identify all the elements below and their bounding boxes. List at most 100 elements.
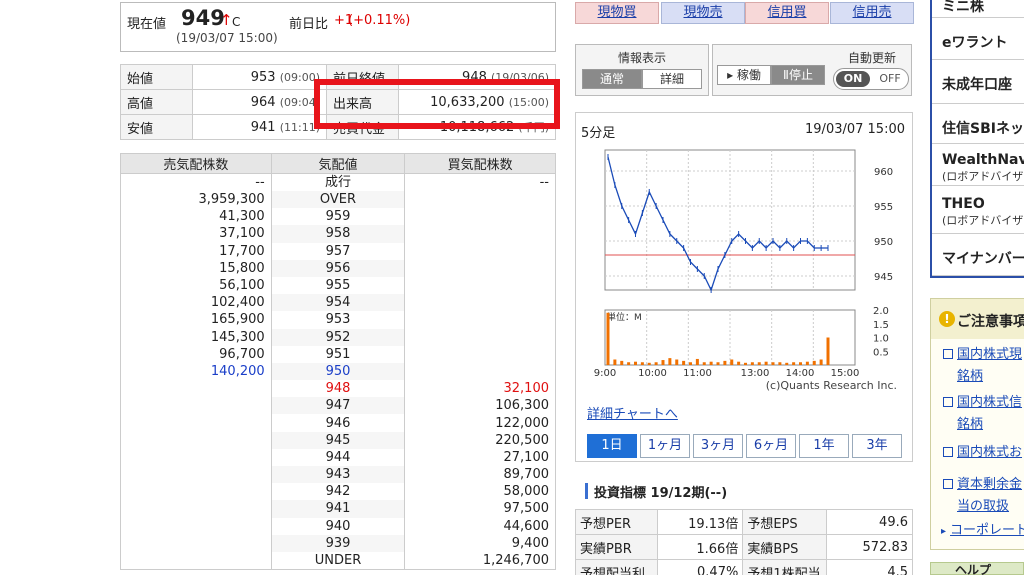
genbutsu-buy-button[interactable]: 現物買	[575, 2, 659, 24]
order-book-row: 946 122,000	[120, 414, 556, 432]
volume-bar	[716, 362, 720, 365]
volume-bar	[606, 312, 610, 365]
volume-highlight-box	[314, 79, 560, 129]
sidebar-service-link[interactable]: 住信SBIネット銀行	[932, 106, 1024, 144]
sell-qty-header: 売気配株数	[120, 153, 272, 174]
quote-price: 955	[270, 276, 406, 295]
notice-link-continuation[interactable]: 当の取扱	[957, 495, 1009, 514]
auto-update-toggle[interactable]: ON OFF	[833, 68, 909, 90]
indicator-key: 実績PBR	[575, 534, 658, 560]
quote-price: 959	[270, 208, 406, 226]
indicator-value: 572.83	[826, 534, 913, 560]
quote-price: 940	[270, 517, 406, 535]
notice-link[interactable]: 国内株式現	[943, 345, 1022, 365]
sell-qty: 17,700	[120, 242, 272, 260]
warning-icon: !	[939, 311, 955, 327]
sell-qty: 145,300	[120, 328, 272, 346]
ohlc-key: 始値	[120, 64, 193, 90]
corporate-link[interactable]: ▸ コーポレート	[941, 521, 1024, 542]
sidebar-service-name: THEO	[942, 196, 985, 212]
volume-bar	[640, 362, 644, 365]
ohlc-key: 安値	[120, 114, 193, 140]
sell-qty	[120, 431, 272, 449]
detail-chart-link[interactable]: 詳細チャートへ	[587, 403, 678, 422]
ohlc-number: 941	[250, 119, 280, 135]
quote-price: 957	[270, 242, 406, 260]
buy-qty	[404, 242, 556, 260]
time-tick-label: 11:00	[683, 368, 712, 379]
sidebar-service-link[interactable]: THEO (ロボアドバイザー)	[932, 188, 1024, 234]
ohlc-key: 高値	[120, 89, 193, 115]
sidebar-service-sub: (ロボアドバイザー)	[942, 214, 1024, 227]
sidebar-service-link[interactable]: 未成年口座	[932, 62, 1024, 104]
price-header: 気配値	[270, 153, 406, 174]
buy-qty: 44,600	[404, 517, 556, 535]
range-button-5[interactable]: 1年	[799, 434, 849, 458]
sidebar-service-link[interactable]: eワラント	[932, 20, 1024, 60]
quote-price: 942	[270, 483, 406, 501]
quote-price: 946	[270, 414, 406, 432]
shinyo-sell-button[interactable]: 信用売	[830, 2, 914, 24]
info-display-panel: 情報表示 通常 詳細	[575, 44, 709, 96]
volume-bar	[764, 361, 768, 365]
range-button-2[interactable]: 1ヶ月	[640, 434, 690, 458]
indicators-title: 投資指標 19/12期(--)	[594, 486, 728, 501]
time-tick-label: 13:00	[741, 368, 770, 379]
ohlc-value: 964 (09:04)	[192, 89, 327, 115]
run-button[interactable]: ▸ 稼働	[717, 65, 771, 85]
ohlc-number: 953	[250, 69, 280, 85]
order-book-row: 96,700 951	[120, 345, 556, 363]
buy-qty	[404, 225, 556, 243]
normal-view-button[interactable]: 通常	[582, 69, 642, 89]
buy-qty	[404, 294, 556, 312]
notice-link[interactable]: 国内株式信	[943, 393, 1022, 413]
stop-button[interactable]: Ⅱ停止	[771, 65, 825, 85]
help-label[interactable]: ヘルプ	[955, 561, 991, 575]
volume-bar	[819, 359, 823, 365]
quote-price: 成行	[270, 173, 406, 191]
order-book-row: 37,100 958	[120, 225, 556, 243]
range-button-6[interactable]: 3年	[852, 434, 902, 458]
price-tick-label: 960	[874, 167, 893, 178]
detail-view-button[interactable]: 詳細	[642, 69, 702, 89]
notice-link-continuation[interactable]: 銘柄	[957, 365, 983, 384]
range-button-1[interactable]: 1日	[587, 434, 637, 458]
genbutsu-sell-button[interactable]: 現物売	[661, 2, 745, 24]
volume-bar	[757, 362, 761, 365]
current-price-label: 現在値	[127, 17, 167, 32]
order-book-row: 945 220,500	[120, 431, 556, 449]
range-button-3[interactable]: 3ヶ月	[693, 434, 743, 458]
sidebar-service-name: 未成年口座	[942, 77, 1012, 93]
sidebar-service-name: マイナンバー	[942, 251, 1024, 267]
notice-link-continuation[interactable]: 銘柄	[957, 413, 983, 432]
volume-bar	[812, 360, 816, 365]
order-book-row: 939 9,400	[120, 534, 556, 552]
indicator-key: 予想PER	[575, 509, 658, 535]
quote-price: 944	[270, 448, 406, 466]
sell-qty: 96,700	[120, 345, 272, 363]
range-button-4[interactable]: 6ヶ月	[746, 434, 796, 458]
sidebar-service-link[interactable]: マイナンバー	[932, 236, 1024, 276]
quote-price: 956	[270, 259, 406, 277]
order-book-table: 売気配株数 気配値 買気配株数 -- 成行 -- 3,959,300 OVER 41,30…	[120, 153, 556, 570]
time-tick-label: 10:00	[638, 368, 667, 379]
quote-price: 948	[270, 380, 406, 398]
volume-unit-label: 単位：M	[607, 311, 642, 323]
sell-qty	[120, 551, 272, 570]
auto-update-title: 自動更新	[847, 51, 896, 65]
sidebar-service-link[interactable]: WealthNavi (ロボアドバイザー)	[932, 144, 1024, 186]
shinyo-buy-button[interactable]: 信用買	[745, 2, 829, 24]
info-display-title: 情報表示	[617, 51, 666, 65]
notice-panel: ! ご注意事項 国内株式現 銘柄 国内株式信 銘柄 国内株式お 資本剰余金 当の取扱 ▸ コーポ…	[930, 298, 1024, 550]
buy-qty	[404, 328, 556, 346]
volume-bar	[723, 360, 727, 365]
buy-qty: 1,246,700	[404, 551, 556, 570]
indicator-key: 予想1株配当	[742, 559, 828, 575]
sidebar-service-name: WealthNavi	[942, 152, 1024, 168]
notice-link[interactable]: 資本剰余金	[943, 475, 1022, 495]
volume-bar	[792, 362, 796, 365]
sell-qty: 165,900	[120, 311, 272, 329]
notice-link[interactable]: 国内株式お	[943, 443, 1022, 463]
sidebar-service-link[interactable]: ミニ株	[932, 0, 1024, 18]
sell-qty: 15,800	[120, 259, 272, 277]
